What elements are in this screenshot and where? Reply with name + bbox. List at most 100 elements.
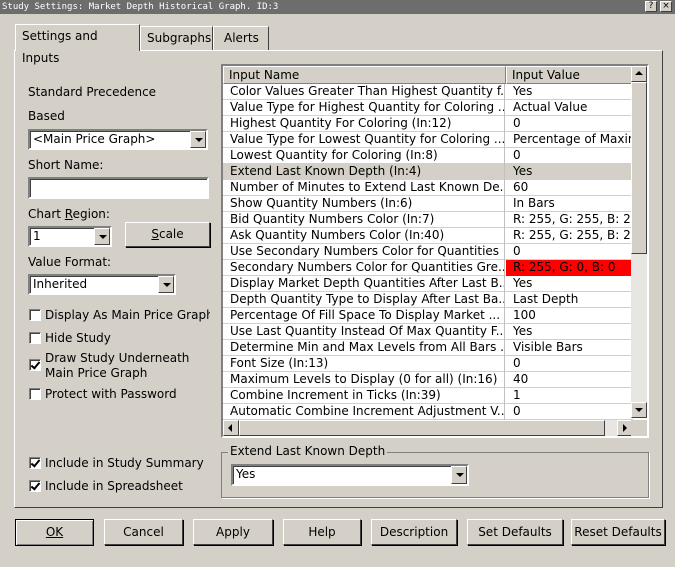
input-name-cell[interactable]: Combine Increment in Ticks (In:39)	[223, 388, 505, 404]
input-value-cell[interactable]: R: 255, G: 255, B: 25	[506, 212, 633, 228]
chevron-down-icon[interactable]	[190, 131, 206, 148]
input-name-cell[interactable]: Value Type for Highest Quantity for Colo…	[223, 100, 505, 116]
table-row[interactable]: Automatic Combine Increment Adjustment V…	[223, 404, 633, 420]
vertical-scrollbar[interactable]	[631, 66, 647, 418]
input-value-cell[interactable]: Visible Bars	[506, 340, 633, 356]
ok-button[interactable]: OK	[15, 519, 94, 546]
input-value-cell[interactable]: 0	[506, 404, 633, 420]
value-format-select[interactable]: Inherited	[28, 274, 176, 295]
reset-defaults-button[interactable]: Reset Defaults	[571, 519, 665, 545]
input-name-cell[interactable]: Extend Last Known Depth (In:4)	[223, 164, 505, 180]
input-name-cell[interactable]: Maximum Levels to Display (0 for all) (I…	[223, 372, 505, 388]
table-row[interactable]: Display Market Depth Quantities After La…	[223, 276, 633, 292]
input-name-cell[interactable]: Font Size (In:13)	[223, 356, 505, 372]
table-row[interactable]: Color Values Greater Than Highest Quanti…	[223, 84, 633, 100]
input-name-cell[interactable]: Bid Quantity Numbers Color (In:7)	[223, 212, 505, 228]
input-name-cell[interactable]: Color Values Greater Than Highest Quanti…	[223, 84, 505, 100]
table-row[interactable]: Determine Min and Max Levels from All Ba…	[223, 340, 633, 356]
help-icon[interactable]: ?	[645, 1, 657, 12]
horizontal-scrollbar[interactable]	[223, 420, 633, 436]
input-value-cell[interactable]: Percentage of Maxim	[506, 132, 633, 148]
table-row[interactable]: Extend Last Known Depth (In:4) Yes	[223, 164, 633, 180]
protect-with-password-checkbox[interactable]	[29, 388, 41, 400]
description-button[interactable]: Description	[371, 519, 457, 545]
hide-study-checkbox[interactable]	[29, 332, 41, 344]
input-name-column-header[interactable]: Input Name	[223, 66, 506, 84]
input-name-cell[interactable]: Highest Quantity For Coloring (In:12)	[223, 116, 505, 132]
input-name-cell[interactable]: Use Secondary Numbers Color for Quantiti…	[223, 244, 505, 260]
input-value-cell[interactable]: 40	[506, 372, 633, 388]
tab-subgraphs[interactable]: Subgraphs	[140, 26, 213, 50]
vertical-scroll-thumb[interactable]	[631, 82, 647, 254]
short-name-input[interactable]	[28, 177, 209, 199]
table-row[interactable]: Font Size (In:13) 0	[223, 356, 633, 372]
horizontal-scroll-thumb[interactable]	[239, 420, 605, 436]
input-value-cell[interactable]: 100	[506, 308, 633, 324]
table-row[interactable]: Show Quantity Numbers (In:6) In Bars	[223, 196, 633, 212]
input-value-cell[interactable]: Last Depth	[506, 292, 633, 308]
input-name-cell[interactable]: Lowest Quantity for Coloring (In:8)	[223, 148, 505, 164]
input-name-cell[interactable]: Automatic Combine Increment Adjustment V…	[223, 404, 505, 420]
input-name-cell[interactable]: Value Type for Lowest Quantity for Color…	[223, 132, 505, 148]
table-row[interactable]: Ask Quantity Numbers Color (In:40) R: 255…	[223, 228, 633, 244]
apply-button[interactable]: Apply	[193, 519, 273, 545]
input-value-cell[interactable]: R: 255, G: 0, B: 0	[506, 260, 633, 276]
input-value-cell[interactable]: 0	[506, 244, 633, 260]
input-value-cell[interactable]: 0	[506, 148, 633, 164]
table-row[interactable]: Use Secondary Numbers Color for Quantiti…	[223, 244, 633, 260]
table-row[interactable]: Highest Quantity For Coloring (In:12) 0	[223, 116, 633, 132]
input-name-cell[interactable]: Show Quantity Numbers (In:6)	[223, 196, 505, 212]
input-name-cell[interactable]: Percentage Of Fill Space To Display Mark…	[223, 308, 505, 324]
table-row[interactable]: Use Last Quantity Instead Of Max Quantit…	[223, 324, 633, 340]
include-spreadsheet-checkbox[interactable]	[29, 480, 41, 492]
chevron-down-icon[interactable]	[158, 276, 174, 293]
table-row[interactable]: Value Type for Highest Quantity for Colo…	[223, 100, 633, 116]
chevron-down-icon[interactable]	[451, 466, 467, 484]
input-value-cell[interactable]: In Bars	[506, 196, 633, 212]
input-value-cell[interactable]: Yes	[506, 84, 633, 100]
cancel-button[interactable]: Cancel	[104, 519, 183, 545]
tab-settings-and-inputs[interactable]: Settings and Inputs	[15, 24, 140, 65]
include-study-summary-checkbox[interactable]	[29, 457, 41, 469]
chart-region-select[interactable]: 1	[28, 226, 112, 247]
scale-button[interactable]: Scale	[125, 222, 210, 247]
display-as-main-price-graph-checkbox[interactable]	[29, 309, 41, 321]
input-name-cell[interactable]: Display Market Depth Quantities After La…	[223, 276, 505, 292]
input-value-select[interactable]: Yes	[231, 464, 469, 486]
table-row[interactable]: Secondary Numbers Color for Quantities G…	[223, 260, 633, 276]
table-row[interactable]: Number of Minutes to Extend Last Known D…	[223, 180, 633, 196]
scroll-up-icon[interactable]	[631, 66, 647, 82]
input-name-cell[interactable]: Use Last Quantity Instead Of Max Quantit…	[223, 324, 505, 340]
draw-study-underneath-checkbox[interactable]	[29, 359, 41, 371]
input-value-cell[interactable]: Yes	[506, 164, 633, 180]
scroll-left-icon[interactable]	[223, 420, 239, 436]
table-row[interactable]: Lowest Quantity for Coloring (In:8) 0	[223, 148, 633, 164]
scroll-down-icon[interactable]	[631, 402, 647, 418]
based-select[interactable]: <Main Price Graph>	[28, 129, 208, 150]
set-defaults-button[interactable]: Set Defaults	[467, 519, 563, 545]
table-row[interactable]: Depth Quantity Type to Display After Las…	[223, 292, 633, 308]
input-value-cell[interactable]: 1	[506, 388, 633, 404]
table-row[interactable]: Combine Increment in Ticks (In:39) 1	[223, 388, 633, 404]
input-value-cell[interactable]: Yes	[506, 324, 633, 340]
help-button[interactable]: Help	[283, 519, 361, 545]
input-value-column-header[interactable]: Input Value	[506, 66, 633, 84]
table-row[interactable]: Maximum Levels to Display (0 for all) (I…	[223, 372, 633, 388]
input-name-cell[interactable]: Ask Quantity Numbers Color (In:40)	[223, 228, 505, 244]
inputs-grid[interactable]: Input Name Input Value Color Values Grea…	[221, 64, 649, 438]
input-value-cell[interactable]: Yes	[506, 276, 633, 292]
chevron-down-icon[interactable]	[94, 228, 110, 245]
input-value-cell[interactable]: 0	[506, 356, 633, 372]
table-row[interactable]: Percentage Of Fill Space To Display Mark…	[223, 308, 633, 324]
input-name-cell[interactable]: Secondary Numbers Color for Quantities G…	[223, 260, 505, 276]
input-name-cell[interactable]: Determine Min and Max Levels from All Ba…	[223, 340, 505, 356]
input-value-cell[interactable]: R: 255, G: 255, B: 25	[506, 228, 633, 244]
input-name-cell[interactable]: Depth Quantity Type to Display After Las…	[223, 292, 505, 308]
input-name-cell[interactable]: Number of Minutes to Extend Last Known D…	[223, 180, 505, 196]
input-value-cell[interactable]: Actual Value	[506, 100, 633, 116]
tab-alerts[interactable]: Alerts	[213, 26, 269, 50]
input-value-cell[interactable]: 60	[506, 180, 633, 196]
table-row[interactable]: Bid Quantity Numbers Color (In:7) R: 255,…	[223, 212, 633, 228]
close-icon[interactable]: ×	[660, 1, 672, 12]
table-row[interactable]: Value Type for Lowest Quantity for Color…	[223, 132, 633, 148]
